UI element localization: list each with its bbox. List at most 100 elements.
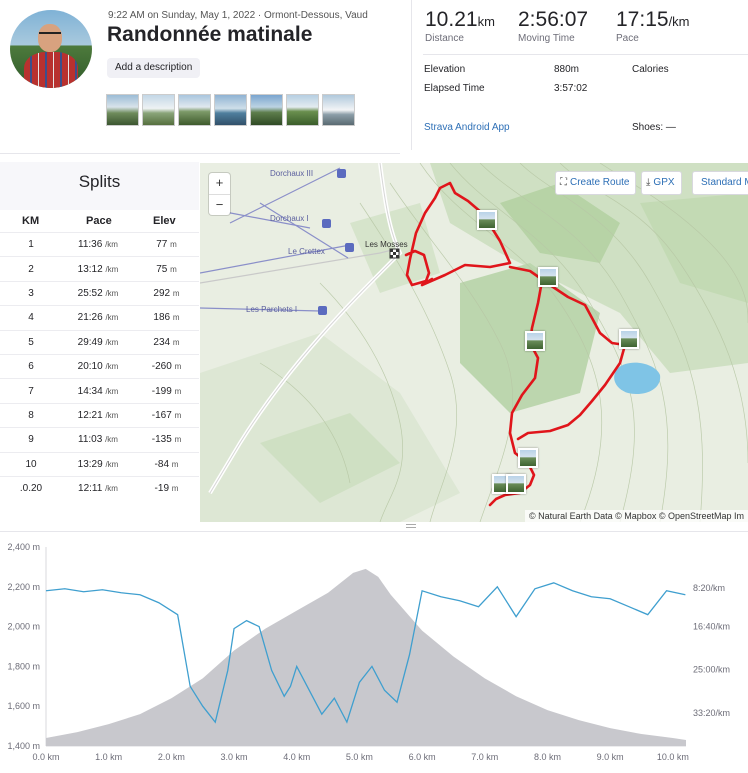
resize-handle[interactable]	[406, 524, 416, 528]
pace-label: Pace	[616, 33, 639, 44]
split-pace: 29:49 /km	[62, 329, 134, 355]
activity-title[interactable]: Randonnée matinale	[107, 23, 312, 47]
map-photo-marker[interactable]	[619, 329, 639, 349]
photo-thumbnail[interactable]	[178, 94, 211, 126]
map-label-les-parchets: Les Parchets I	[246, 305, 298, 314]
gpx-button[interactable]: ⤓ GPX	[641, 171, 682, 195]
map-label-dorchaux-iii: Dorchaux III	[270, 169, 314, 178]
x-tick-label: 1.0 km	[95, 752, 122, 762]
ski-lift-icon	[322, 219, 331, 228]
x-tick-label: 5.0 km	[346, 752, 373, 762]
splits-col-pace: Pace	[86, 215, 112, 227]
athlete-avatar[interactable]	[10, 10, 92, 88]
header-divider	[0, 153, 400, 154]
y-tick-label: 2,400 m	[7, 542, 40, 552]
map-label-le-crettex: Le Crettex	[288, 247, 325, 256]
y2-tick-label: 8:20/km	[693, 583, 725, 593]
split-elev: -135 m	[134, 427, 199, 453]
map-label-les-mosses: Les Mosses	[365, 240, 408, 249]
split-elev: -260 m	[134, 353, 199, 379]
splits-row: 6 20:10 /km -260 m	[0, 353, 199, 379]
route-icon: ⛶	[560, 177, 567, 188]
split-km: .0.20	[0, 475, 62, 501]
chart-divider	[0, 531, 748, 532]
ski-lift-icon	[318, 306, 327, 315]
split-elev: -84 m	[134, 451, 199, 477]
map-attribution[interactable]: © Natural Earth Data © Mapbox © OpenStre…	[525, 510, 748, 522]
splits-row: 9 11:03 /km -135 m	[0, 427, 199, 453]
split-pace: 14:34 /km	[62, 378, 134, 404]
splits-row: 5 29:49 /km 234 m	[0, 329, 199, 355]
download-icon: ⤓	[646, 177, 651, 188]
splits-row: 4 21:26 /km 186 m	[0, 305, 199, 331]
map-photo-marker[interactable]	[525, 331, 545, 351]
photo-thumbnail[interactable]	[214, 94, 247, 126]
y2-tick-label: 25:00/km	[693, 664, 730, 674]
y2-tick-label: 16:40/km	[693, 622, 730, 632]
map-style-dropdown[interactable]: Standard M	[692, 171, 748, 195]
stats-divider	[423, 54, 748, 55]
x-tick-label: 10.0 km	[657, 752, 689, 762]
activity-datetime: 9:22 AM on Sunday, May 1, 2022	[108, 10, 256, 21]
x-tick-label: 3.0 km	[221, 752, 248, 762]
y-tick-label: 2,000 m	[7, 622, 40, 632]
shoes-info: Shoes: —	[632, 122, 676, 133]
zoom-out-button[interactable]: −	[209, 194, 230, 215]
x-tick-label: 2.0 km	[158, 752, 185, 762]
split-km: 5	[0, 329, 62, 355]
y-tick-label: 1,600 m	[7, 701, 40, 711]
splits-row: 2 13:12 /km 75 m	[0, 256, 199, 282]
split-pace: 25:52 /km	[62, 280, 134, 306]
map-photo-marker[interactable]	[477, 210, 497, 230]
photo-thumbnail[interactable]	[250, 94, 283, 126]
gpx-label: GPX	[653, 177, 675, 188]
map-photo-marker[interactable]	[506, 474, 526, 494]
split-km: 7	[0, 378, 62, 404]
map-photo-marker[interactable]	[538, 267, 558, 287]
photo-thumbnail[interactable]	[142, 94, 175, 126]
elevation-pace-chart[interactable]: 2,400 m 2,200 m 2,000 m 1,800 m 1,600 m 1,400…	[0, 535, 748, 773]
zoom-in-button[interactable]: +	[209, 173, 230, 194]
y-tick-label: 1,800 m	[7, 661, 40, 671]
split-km: 8	[0, 402, 62, 428]
add-description-button[interactable]: Add a description	[107, 58, 201, 78]
split-elev: 292 m	[134, 280, 199, 306]
photo-thumbnail[interactable]	[106, 94, 139, 126]
avatar-face	[38, 24, 62, 52]
split-elev: -167 m	[134, 402, 199, 428]
photo-strip	[106, 94, 355, 126]
splits-row: 10 13:29 /km -84 m	[0, 451, 199, 477]
create-route-button[interactable]: ⛶ Create Route	[555, 171, 637, 195]
splits-title: Splits	[78, 172, 121, 191]
map-label-dorchaux-i: Dorchaux I	[270, 214, 309, 223]
splits-col-elev: Elev	[153, 215, 176, 227]
distance-unit: km	[477, 14, 495, 29]
split-km: 10	[0, 451, 62, 477]
map-photo-marker[interactable]	[518, 448, 538, 468]
distance-label: Distance	[425, 33, 464, 44]
split-elev: 186 m	[134, 305, 199, 331]
split-pace: 11:03 /km	[62, 427, 134, 453]
activity-location: Ormont-Dessous, Vaud	[264, 10, 368, 21]
x-tick-label: 9.0 km	[597, 752, 624, 762]
elapsed-time-label: Elapsed Time	[424, 83, 485, 94]
y-tick-label: 2,200 m	[7, 582, 40, 592]
stat-distance: 10.21km Distance	[425, 8, 495, 44]
stat-moving-time: 2:56:07 Moving Time	[518, 8, 588, 44]
photo-thumbnail[interactable]	[286, 94, 319, 126]
y2-tick-label: 33:20/km	[693, 708, 730, 718]
calories-label: Calories	[632, 64, 669, 75]
elapsed-time-value: 3:57:02	[554, 83, 588, 94]
x-tick-label: 8.0 km	[534, 752, 561, 762]
split-pace: 20:10 /km	[62, 353, 134, 379]
route-map[interactable]: Dorchaux III Dorchaux I Le Crettex Les P…	[200, 163, 748, 522]
photo-thumbnail[interactable]	[322, 94, 355, 126]
split-km: 1	[0, 231, 62, 257]
ski-lift-icon	[337, 169, 346, 178]
splits-row: 7 14:34 /km -199 m	[0, 378, 199, 404]
device-link[interactable]: Strava Android App	[424, 122, 510, 133]
split-pace: 12:21 /km	[62, 402, 134, 428]
split-pace: 12:11 /km	[62, 475, 134, 501]
ski-lift-icon	[345, 243, 354, 252]
y-tick-label: 1,400 m	[7, 741, 40, 751]
